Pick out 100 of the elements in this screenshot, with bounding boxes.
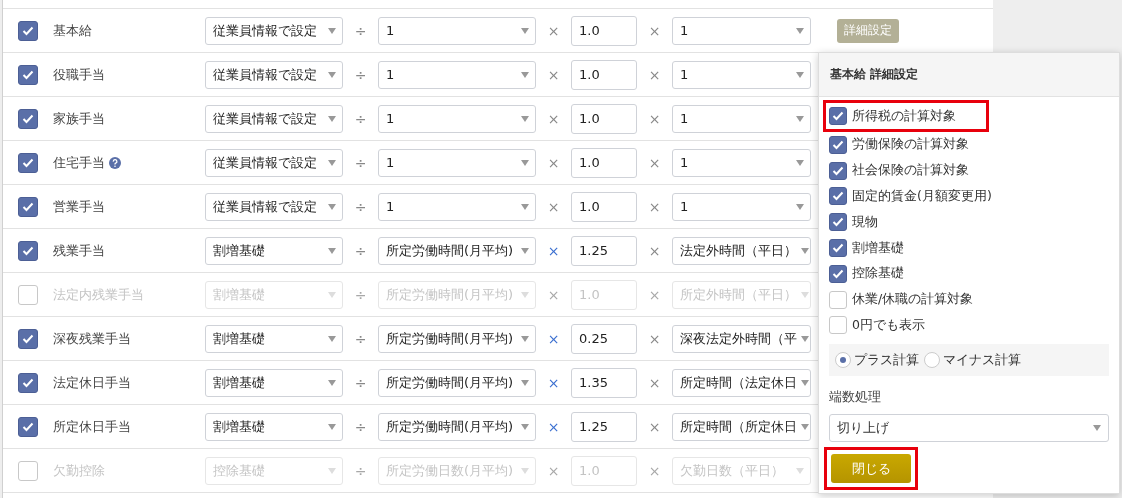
multiply-sign: × bbox=[647, 418, 662, 435]
divisor-select[interactable]: 所定労働時間(月平均) bbox=[378, 412, 536, 441]
checkbox[interactable] bbox=[18, 108, 38, 129]
divide-sign: ÷ bbox=[353, 462, 368, 479]
checkbox[interactable] bbox=[829, 239, 847, 258]
checkmark-icon bbox=[832, 165, 844, 176]
base-select[interactable]: 割増基礎 bbox=[205, 236, 343, 265]
checkbox[interactable] bbox=[829, 213, 847, 232]
multiply-sign: × bbox=[647, 330, 662, 347]
allowance-name: 法定内残業手当 bbox=[53, 285, 144, 304]
hours-select[interactable]: 1 bbox=[672, 16, 811, 45]
rate-field[interactable]: 1.0 bbox=[571, 103, 637, 134]
rate-field[interactable]: 1.25 bbox=[571, 235, 637, 266]
rate-field[interactable]: 1.0 bbox=[571, 191, 637, 222]
hours-select[interactable]: 1 bbox=[672, 104, 811, 133]
hours-select[interactable]: 法定外時間（平日） bbox=[672, 236, 811, 265]
rate-field[interactable]: 0.25 bbox=[571, 323, 637, 354]
divide-sign: ÷ bbox=[353, 242, 368, 259]
base-select[interactable]: 割増基礎 bbox=[205, 412, 343, 441]
divisor-select[interactable]: 所定労働時間(月平均) bbox=[378, 236, 536, 265]
multiply-sign: × bbox=[647, 374, 662, 391]
popover-title: 基本給 詳細設定 bbox=[830, 66, 919, 83]
rounding-select[interactable]: 切り上げ bbox=[829, 414, 1109, 443]
hours-select[interactable]: 所定時間（所定休日 bbox=[672, 412, 811, 441]
divide-sign: ÷ bbox=[353, 22, 368, 39]
hours-select[interactable]: 所定時間（法定休日 bbox=[672, 368, 811, 397]
checkbox[interactable] bbox=[18, 416, 38, 437]
multiply-sign: × bbox=[546, 22, 561, 39]
checkbox[interactable] bbox=[829, 135, 847, 154]
checkbox[interactable] bbox=[829, 264, 847, 283]
option-label: 割増基礎 bbox=[852, 239, 904, 257]
base-select[interactable]: 従業員情報で設定 bbox=[205, 148, 343, 177]
option-label: 社会保険の計算対象 bbox=[852, 162, 969, 180]
option-label: 休業/休職の計算対象 bbox=[852, 291, 974, 309]
allowance-name: 家族手当 bbox=[53, 109, 105, 128]
multiply-sign: × bbox=[647, 154, 662, 171]
checkmark-icon bbox=[22, 113, 34, 124]
divide-sign: ÷ bbox=[353, 418, 368, 435]
radio-button[interactable] bbox=[835, 352, 851, 369]
option-label: 0円でも表示 bbox=[852, 316, 925, 334]
divisor-select[interactable]: 所定労働時間(月平均) bbox=[378, 324, 536, 353]
multiply-sign: × bbox=[546, 242, 561, 259]
multiply-sign: × bbox=[647, 66, 662, 83]
multiply-sign: × bbox=[546, 286, 561, 303]
multiply-sign: × bbox=[546, 198, 561, 215]
rate-field[interactable]: 1.0 bbox=[571, 147, 637, 178]
hours-select[interactable]: 深夜法定外時間（平 bbox=[672, 324, 811, 353]
checkbox[interactable] bbox=[829, 187, 847, 206]
divisor-select[interactable]: 所定労働時間(月平均) bbox=[378, 368, 536, 397]
base-select[interactable]: 従業員情報で設定 bbox=[205, 60, 343, 89]
option-label: 固定的賃金(月額変更用) bbox=[852, 188, 992, 205]
multiply-sign: × bbox=[647, 110, 662, 127]
divisor-select[interactable]: 1 bbox=[378, 60, 536, 89]
checkbox[interactable] bbox=[18, 240, 38, 261]
help-icon[interactable] bbox=[109, 156, 121, 169]
checkbox[interactable] bbox=[18, 196, 38, 217]
base-select[interactable]: 割増基礎 bbox=[205, 324, 343, 353]
allowance-name: 深夜残業手当 bbox=[53, 329, 131, 348]
checkmark-icon bbox=[22, 201, 34, 212]
checkbox[interactable] bbox=[18, 372, 38, 393]
checkmark-icon bbox=[832, 191, 844, 202]
allowance-name: 残業手当 bbox=[53, 241, 105, 260]
base-select[interactable]: 割増基礎 bbox=[205, 368, 343, 397]
divisor-select[interactable]: 1 bbox=[378, 148, 536, 177]
divide-sign: ÷ bbox=[353, 198, 368, 215]
checkbox[interactable] bbox=[18, 152, 38, 173]
checkmark-icon bbox=[832, 217, 844, 228]
checkmark-icon bbox=[22, 245, 34, 256]
rate-field[interactable]: 1.35 bbox=[571, 367, 637, 398]
divisor-select[interactable]: 1 bbox=[378, 192, 536, 221]
radio-label: プラス計算 bbox=[854, 351, 919, 369]
base-select[interactable]: 従業員情報で設定 bbox=[205, 104, 343, 133]
allowance-name: 所定休日手当 bbox=[53, 417, 131, 436]
base-select[interactable]: 従業員情報で設定 bbox=[205, 16, 343, 45]
divide-sign: ÷ bbox=[353, 286, 368, 303]
multiply-sign: × bbox=[546, 462, 561, 479]
rate-field[interactable]: 1.25 bbox=[571, 411, 637, 442]
checkmark-icon bbox=[22, 377, 34, 388]
radio-button[interactable] bbox=[924, 352, 940, 369]
multiply-sign: × bbox=[647, 286, 662, 303]
hours-select[interactable]: 1 bbox=[672, 60, 811, 89]
multiply-sign: × bbox=[546, 154, 561, 171]
multiply-sign: × bbox=[647, 462, 662, 479]
divide-sign: ÷ bbox=[353, 374, 368, 391]
divisor-select[interactable]: 1 bbox=[378, 16, 536, 45]
checkbox[interactable] bbox=[18, 64, 38, 85]
allowance-name: 営業手当 bbox=[53, 197, 105, 216]
checkbox[interactable] bbox=[18, 328, 38, 349]
checkbox[interactable] bbox=[829, 161, 847, 180]
hours-select[interactable]: 1 bbox=[672, 148, 811, 177]
checkbox[interactable] bbox=[18, 20, 38, 41]
base-select[interactable]: 従業員情報で設定 bbox=[205, 192, 343, 221]
divisor-select[interactable]: 1 bbox=[378, 104, 536, 133]
rate-field[interactable]: 1.0 bbox=[571, 59, 637, 90]
option-label: 所得税の計算対象 bbox=[852, 107, 956, 125]
checkbox[interactable] bbox=[829, 107, 847, 125]
divide-sign: ÷ bbox=[353, 154, 368, 171]
rate-field[interactable]: 1.0 bbox=[571, 15, 637, 46]
hours-select[interactable]: 1 bbox=[672, 192, 811, 221]
rounding-label: 端数処理 bbox=[829, 389, 882, 407]
